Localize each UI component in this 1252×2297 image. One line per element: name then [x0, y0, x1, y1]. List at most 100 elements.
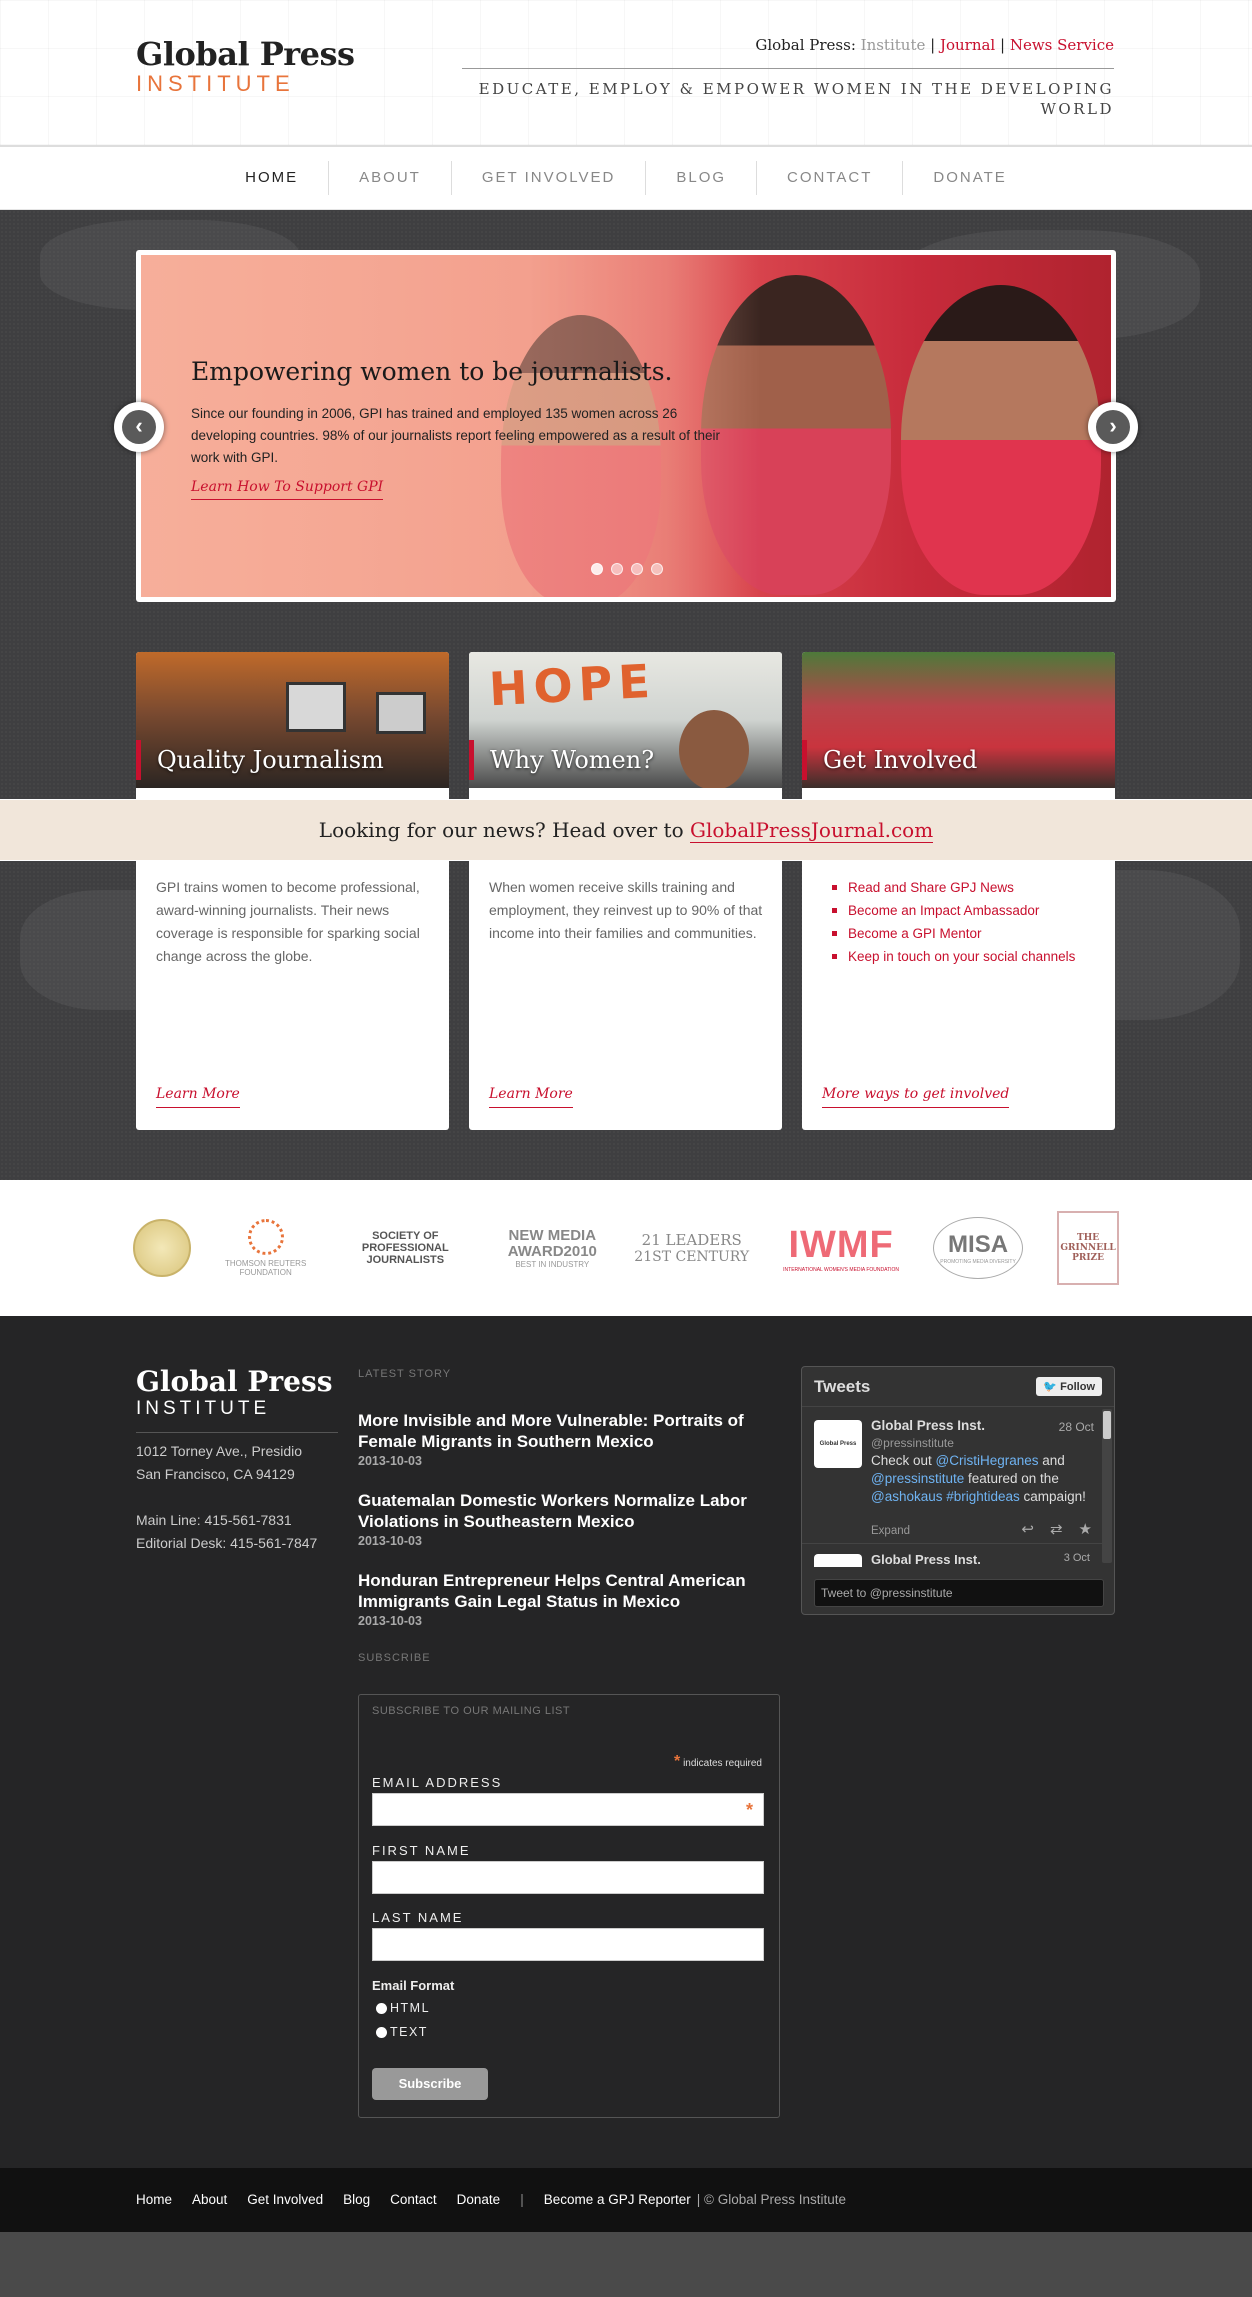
nav-blog[interactable]: BLOG — [645, 161, 756, 195]
footer-logo[interactable]: Global Press INSTITUTE — [136, 1366, 338, 1433]
story-title: Honduran Entrepreneur Helps Central Amer… — [358, 1571, 746, 1611]
nav-home[interactable]: HOME — [215, 161, 328, 195]
slider-next-button[interactable]: › — [1088, 402, 1138, 452]
footer-links: Home About Get Involved Blog Contact Don… — [136, 2192, 846, 2207]
html-radio[interactable]: HTML — [376, 2001, 430, 2015]
misa-logo: MISA PROMOTING MEDIA DIVERSITY — [933, 1217, 1024, 1279]
learn-more-link[interactable]: Learn More — [489, 1086, 573, 1108]
address-line: 1012 Torney Ave., Presidio — [136, 1443, 303, 1459]
story-item[interactable]: More Invisible and More Vulnerable: Port… — [358, 1410, 788, 1468]
slider-dot[interactable] — [611, 563, 623, 575]
partner-name: THOMSON REUTERS — [224, 1259, 307, 1268]
slide-photo: Empowering women to be journalists. Sinc… — [141, 255, 1111, 597]
mailing-list-form: SUBSCRIBE TO OUR MAILING LIST * indicate… — [358, 1694, 780, 2118]
nav-contact[interactable]: CONTACT — [756, 161, 902, 195]
partner-name: NEW MEDIA AWARD2010 — [507, 1226, 597, 1260]
mention-link[interactable]: @ashokaus #brightideas — [871, 1489, 1020, 1504]
address-line: San Francisco, CA 94129 — [136, 1466, 295, 1482]
learn-more-link[interactable]: Learn More — [156, 1086, 240, 1108]
reply-icon[interactable]: ↩ — [1021, 1520, 1034, 1538]
box-text: GPI trains women to become professional,… — [156, 879, 420, 964]
text-radio[interactable]: TEXT — [376, 2025, 428, 2039]
monitor-shape — [286, 682, 346, 732]
radio-icon — [376, 2002, 387, 2014]
partner-sub: FOUNDATION — [239, 1268, 292, 1277]
form-heading: SUBSCRIBE TO OUR MAILING LIST — [372, 1705, 571, 1717]
seal-logo — [132, 1219, 191, 1277]
chevron-left-icon: ‹ — [122, 410, 156, 444]
footer-link-donate[interactable]: Donate — [457, 2192, 501, 2207]
slider-dot[interactable] — [631, 563, 643, 575]
list-item[interactable]: Become an Impact Ambassador — [832, 899, 1102, 922]
nav-donate[interactable]: DONATE — [902, 161, 1036, 195]
footer-link-blog[interactable]: Blog — [343, 2192, 370, 2207]
support-link[interactable]: Learn How To Support GPI — [191, 479, 384, 500]
tweet-scrollbar[interactable] — [1102, 1409, 1112, 1563]
partner-sub: BEST IN INDUSTRY — [515, 1259, 590, 1269]
tweet-date[interactable]: 28 Oct — [1059, 1420, 1094, 1434]
expand-link[interactable]: Expand — [871, 1525, 910, 1537]
story-item[interactable]: Honduran Entrepreneur Helps Central Amer… — [358, 1570, 788, 1628]
email-field[interactable]: * — [372, 1793, 764, 1826]
more-ways-link[interactable]: More ways to get involved — [822, 1086, 1010, 1108]
last-name-field[interactable] — [372, 1928, 764, 1961]
footer-link-reporter[interactable]: Become a GPJ Reporter — [544, 2192, 691, 2207]
new-media-award-logo: NEW MEDIA AWARD2010 BEST IN INDUSTRY — [504, 1226, 600, 1269]
site-logo[interactable]: Global Press INSTITUTE — [136, 36, 355, 96]
slider-prev-button[interactable]: ‹ — [114, 402, 164, 452]
favorite-icon[interactable]: ★ — [1079, 1520, 1092, 1538]
main-line: Main Line: 415-561-7831 — [136, 1512, 292, 1528]
slider-dots — [591, 563, 663, 575]
list-item[interactable]: Read and Share GPJ News — [832, 876, 1102, 899]
news-bar-text: Looking for our news? Head over to — [318, 818, 690, 842]
partner-sub: 21ST CENTURY — [634, 1249, 750, 1265]
tweet-author[interactable]: Global Press Inst. — [871, 1418, 985, 1433]
tweet-date[interactable]: 3 Oct — [1064, 1552, 1090, 1564]
grinnell-prize-logo: THE GRINNELL PRIZE — [1057, 1211, 1120, 1285]
logo-sub-text: INSTITUTE — [136, 71, 295, 96]
nav-about[interactable]: ABOUT — [328, 161, 451, 195]
story-date: 2013-10-03 — [358, 1614, 422, 1628]
list-item[interactable]: Become a GPI Mentor — [832, 922, 1102, 945]
box-title: Get Involved — [802, 740, 977, 780]
partner-name: THE GRINNELL PRIZE — [1057, 1211, 1120, 1285]
mention-link[interactable]: @CristiHegranes — [936, 1453, 1039, 1468]
hero-slider: Empowering women to be journalists. Sinc… — [136, 250, 1116, 602]
story-date: 2013-10-03 — [358, 1454, 422, 1468]
retweet-icon[interactable]: ⇄ — [1050, 1520, 1063, 1538]
slider-dot[interactable] — [591, 563, 603, 575]
box-get-involved: Get Involved Read and Share GPJ News Bec… — [802, 652, 1115, 1130]
follow-button[interactable]: 🐦 Follow — [1036, 1377, 1102, 1396]
slider-dot[interactable] — [651, 563, 663, 575]
editorial-line: Editorial Desk: 415-561-7847 — [136, 1535, 318, 1551]
hope-graffiti: HOPE — [487, 653, 658, 717]
tweet-input[interactable]: Tweet to @pressinstitute — [814, 1579, 1104, 1607]
news-service-link[interactable]: News Service — [1010, 36, 1114, 54]
footer-link-contact[interactable]: Contact — [390, 2192, 437, 2207]
journal-link[interactable]: Journal — [940, 36, 995, 54]
box-title: Why Women? — [469, 740, 654, 780]
story-item[interactable]: Guatemalan Domestic Workers Normalize La… — [358, 1490, 788, 1548]
partner-name: 21 LEADERS — [641, 1231, 742, 1249]
photo-figure — [901, 285, 1101, 595]
monitor-shape — [376, 692, 426, 734]
nav-get-involved[interactable]: GET INVOLVED — [450, 161, 645, 195]
institute-link[interactable]: Institute — [861, 36, 926, 54]
list-item[interactable]: Keep in touch on your social channels — [832, 945, 1102, 968]
subscribe-button[interactable]: Subscribe — [372, 2068, 488, 2100]
network-links: Global Press: Institute | Journal | News… — [755, 36, 1114, 54]
story-title: More Invisible and More Vulnerable: Port… — [358, 1411, 744, 1451]
avatar[interactable]: Global Press — [814, 1420, 862, 1468]
mention-link[interactable]: @pressinstitute — [871, 1471, 964, 1486]
global-press-journal-link[interactable]: GlobalPressJournal.com — [690, 818, 934, 843]
separator: | — [520, 2192, 524, 2207]
footer-link-home[interactable]: Home — [136, 2192, 172, 2207]
required-note: * indicates required — [674, 1753, 762, 1770]
tweet-author[interactable]: Global Press Inst. — [871, 1552, 981, 1567]
footer-link-get-involved[interactable]: Get Involved — [247, 2192, 323, 2207]
email-label: EMAIL ADDRESS — [372, 1775, 503, 1790]
site-footer: Global Press INSTITUTE 1012 Torney Ave.,… — [0, 1316, 1252, 2168]
first-name-field[interactable] — [372, 1861, 764, 1894]
footer-link-about[interactable]: About — [192, 2192, 227, 2207]
email-format-label: Email Format — [372, 1978, 455, 1993]
